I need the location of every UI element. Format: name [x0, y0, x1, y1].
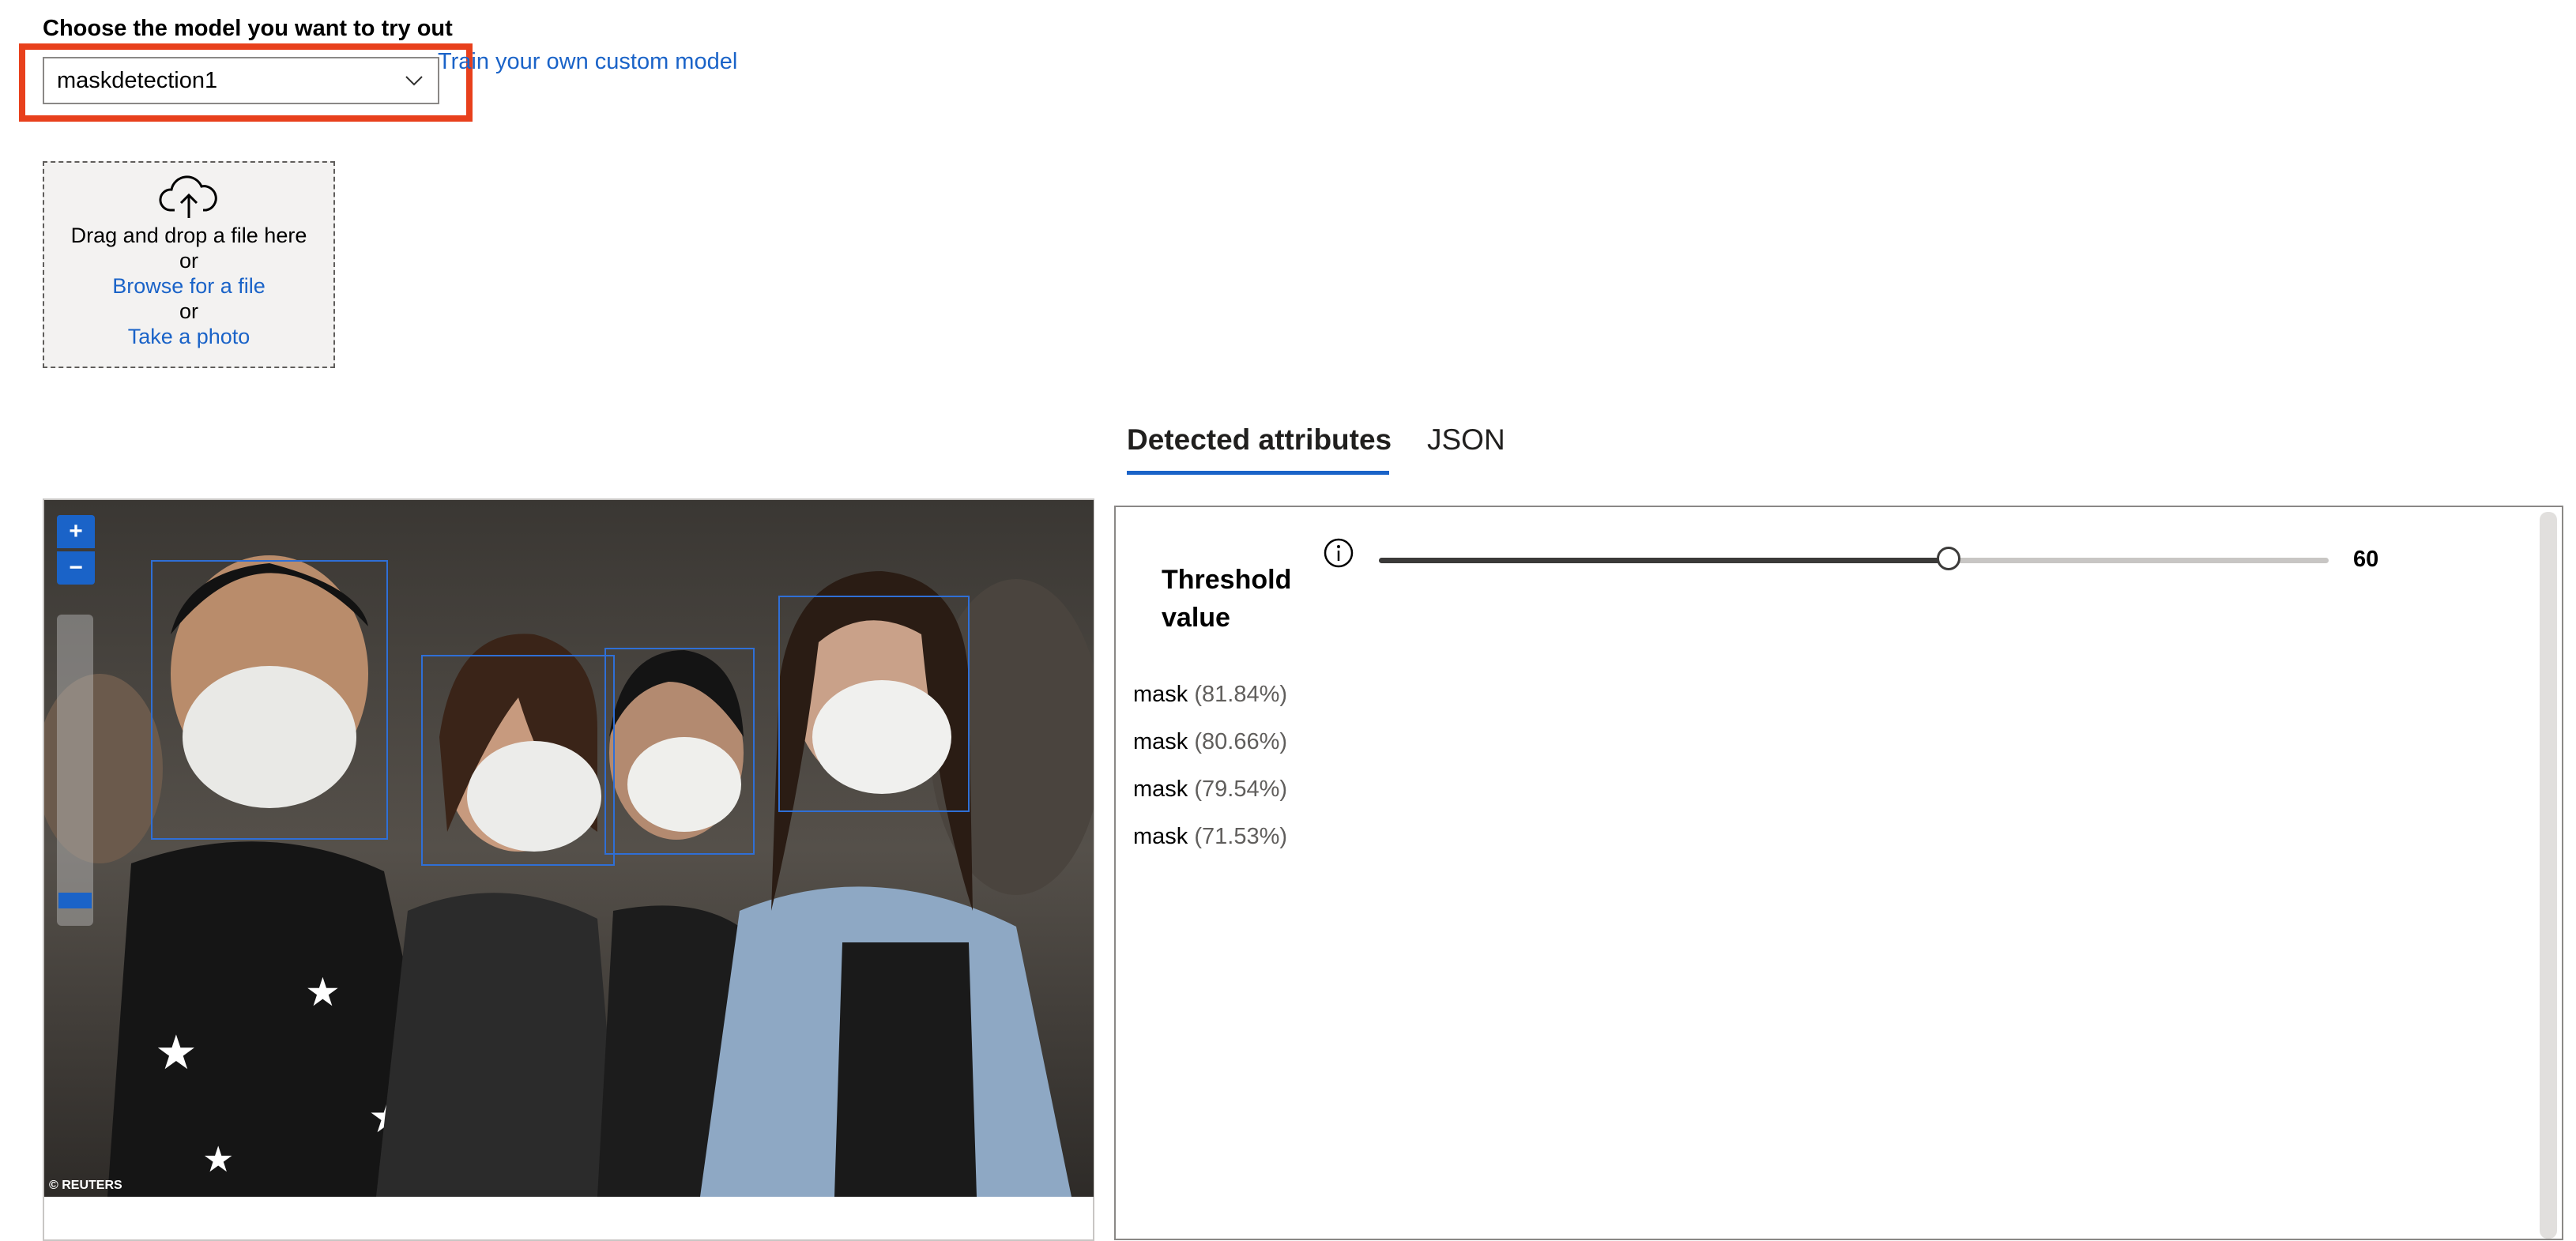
zoom-out-button[interactable]: −	[57, 551, 95, 585]
threshold-value: 60	[2353, 547, 2379, 572]
active-tab-indicator	[1127, 471, 1389, 475]
attribute-confidence: (71.53%)	[1194, 824, 1288, 849]
tab-detected-attributes[interactable]: Detected attributes	[1127, 423, 1392, 457]
attribute-name: mask	[1133, 824, 1188, 849]
file-drop-zone[interactable]: Drag and drop a file here or Browse for …	[43, 161, 335, 368]
attribute-item: mask (79.54%)	[1133, 773, 1287, 820]
attribute-item: mask (81.84%)	[1133, 678, 1287, 725]
attribute-confidence: (81.84%)	[1194, 682, 1288, 707]
attribute-name: mask	[1133, 682, 1188, 707]
model-select-value: maskdetection1	[57, 67, 218, 93]
analyzed-photo: ★ ★ ★ ★	[44, 500, 1094, 1197]
train-custom-model-link[interactable]: Train your own custom model	[438, 49, 737, 75]
svg-text:★: ★	[155, 1025, 198, 1081]
threshold-slider-thumb[interactable]	[1937, 547, 1961, 570]
take-photo-link[interactable]: Take a photo	[44, 324, 333, 349]
info-icon[interactable]	[1323, 537, 1354, 569]
attribute-confidence: (80.66%)	[1194, 729, 1288, 754]
zoom-slider-track[interactable]	[57, 615, 93, 926]
or-text: or	[179, 299, 198, 323]
cloud-upload-icon	[159, 175, 217, 218]
threshold-label: Threshold value	[1162, 565, 1292, 633]
drag-drop-text: Drag and drop a file here	[70, 224, 307, 247]
zoom-slider-thumb[interactable]	[58, 893, 92, 908]
zoom-in-button[interactable]: +	[57, 515, 95, 548]
panel-scrollbar[interactable]	[2540, 512, 2557, 1239]
browse-file-link[interactable]: Browse for a file	[44, 273, 333, 299]
photo-credit: © REUTERS	[49, 1179, 122, 1192]
detected-attributes-panel	[1114, 506, 2563, 1240]
attribute-item: mask (80.66%)	[1133, 725, 1287, 773]
attribute-name: mask	[1133, 729, 1188, 754]
chevron-down-icon	[405, 76, 423, 86]
svg-text:★: ★	[305, 969, 341, 1015]
model-chooser-label: Choose the model you want to try out	[43, 16, 453, 41]
model-select-dropdown[interactable]: maskdetection1	[43, 57, 439, 104]
attribute-confidence: (79.54%)	[1194, 777, 1288, 802]
svg-text:★: ★	[202, 1138, 234, 1180]
or-text: or	[179, 249, 198, 273]
attribute-list: mask (81.84%) mask (80.66%) mask (79.54%) m…	[1133, 678, 1287, 867]
tab-json[interactable]: JSON	[1427, 423, 1505, 457]
attribute-item: mask (71.53%)	[1133, 820, 1287, 867]
attribute-name: mask	[1133, 777, 1188, 802]
threshold-slider-fill	[1379, 558, 1949, 563]
